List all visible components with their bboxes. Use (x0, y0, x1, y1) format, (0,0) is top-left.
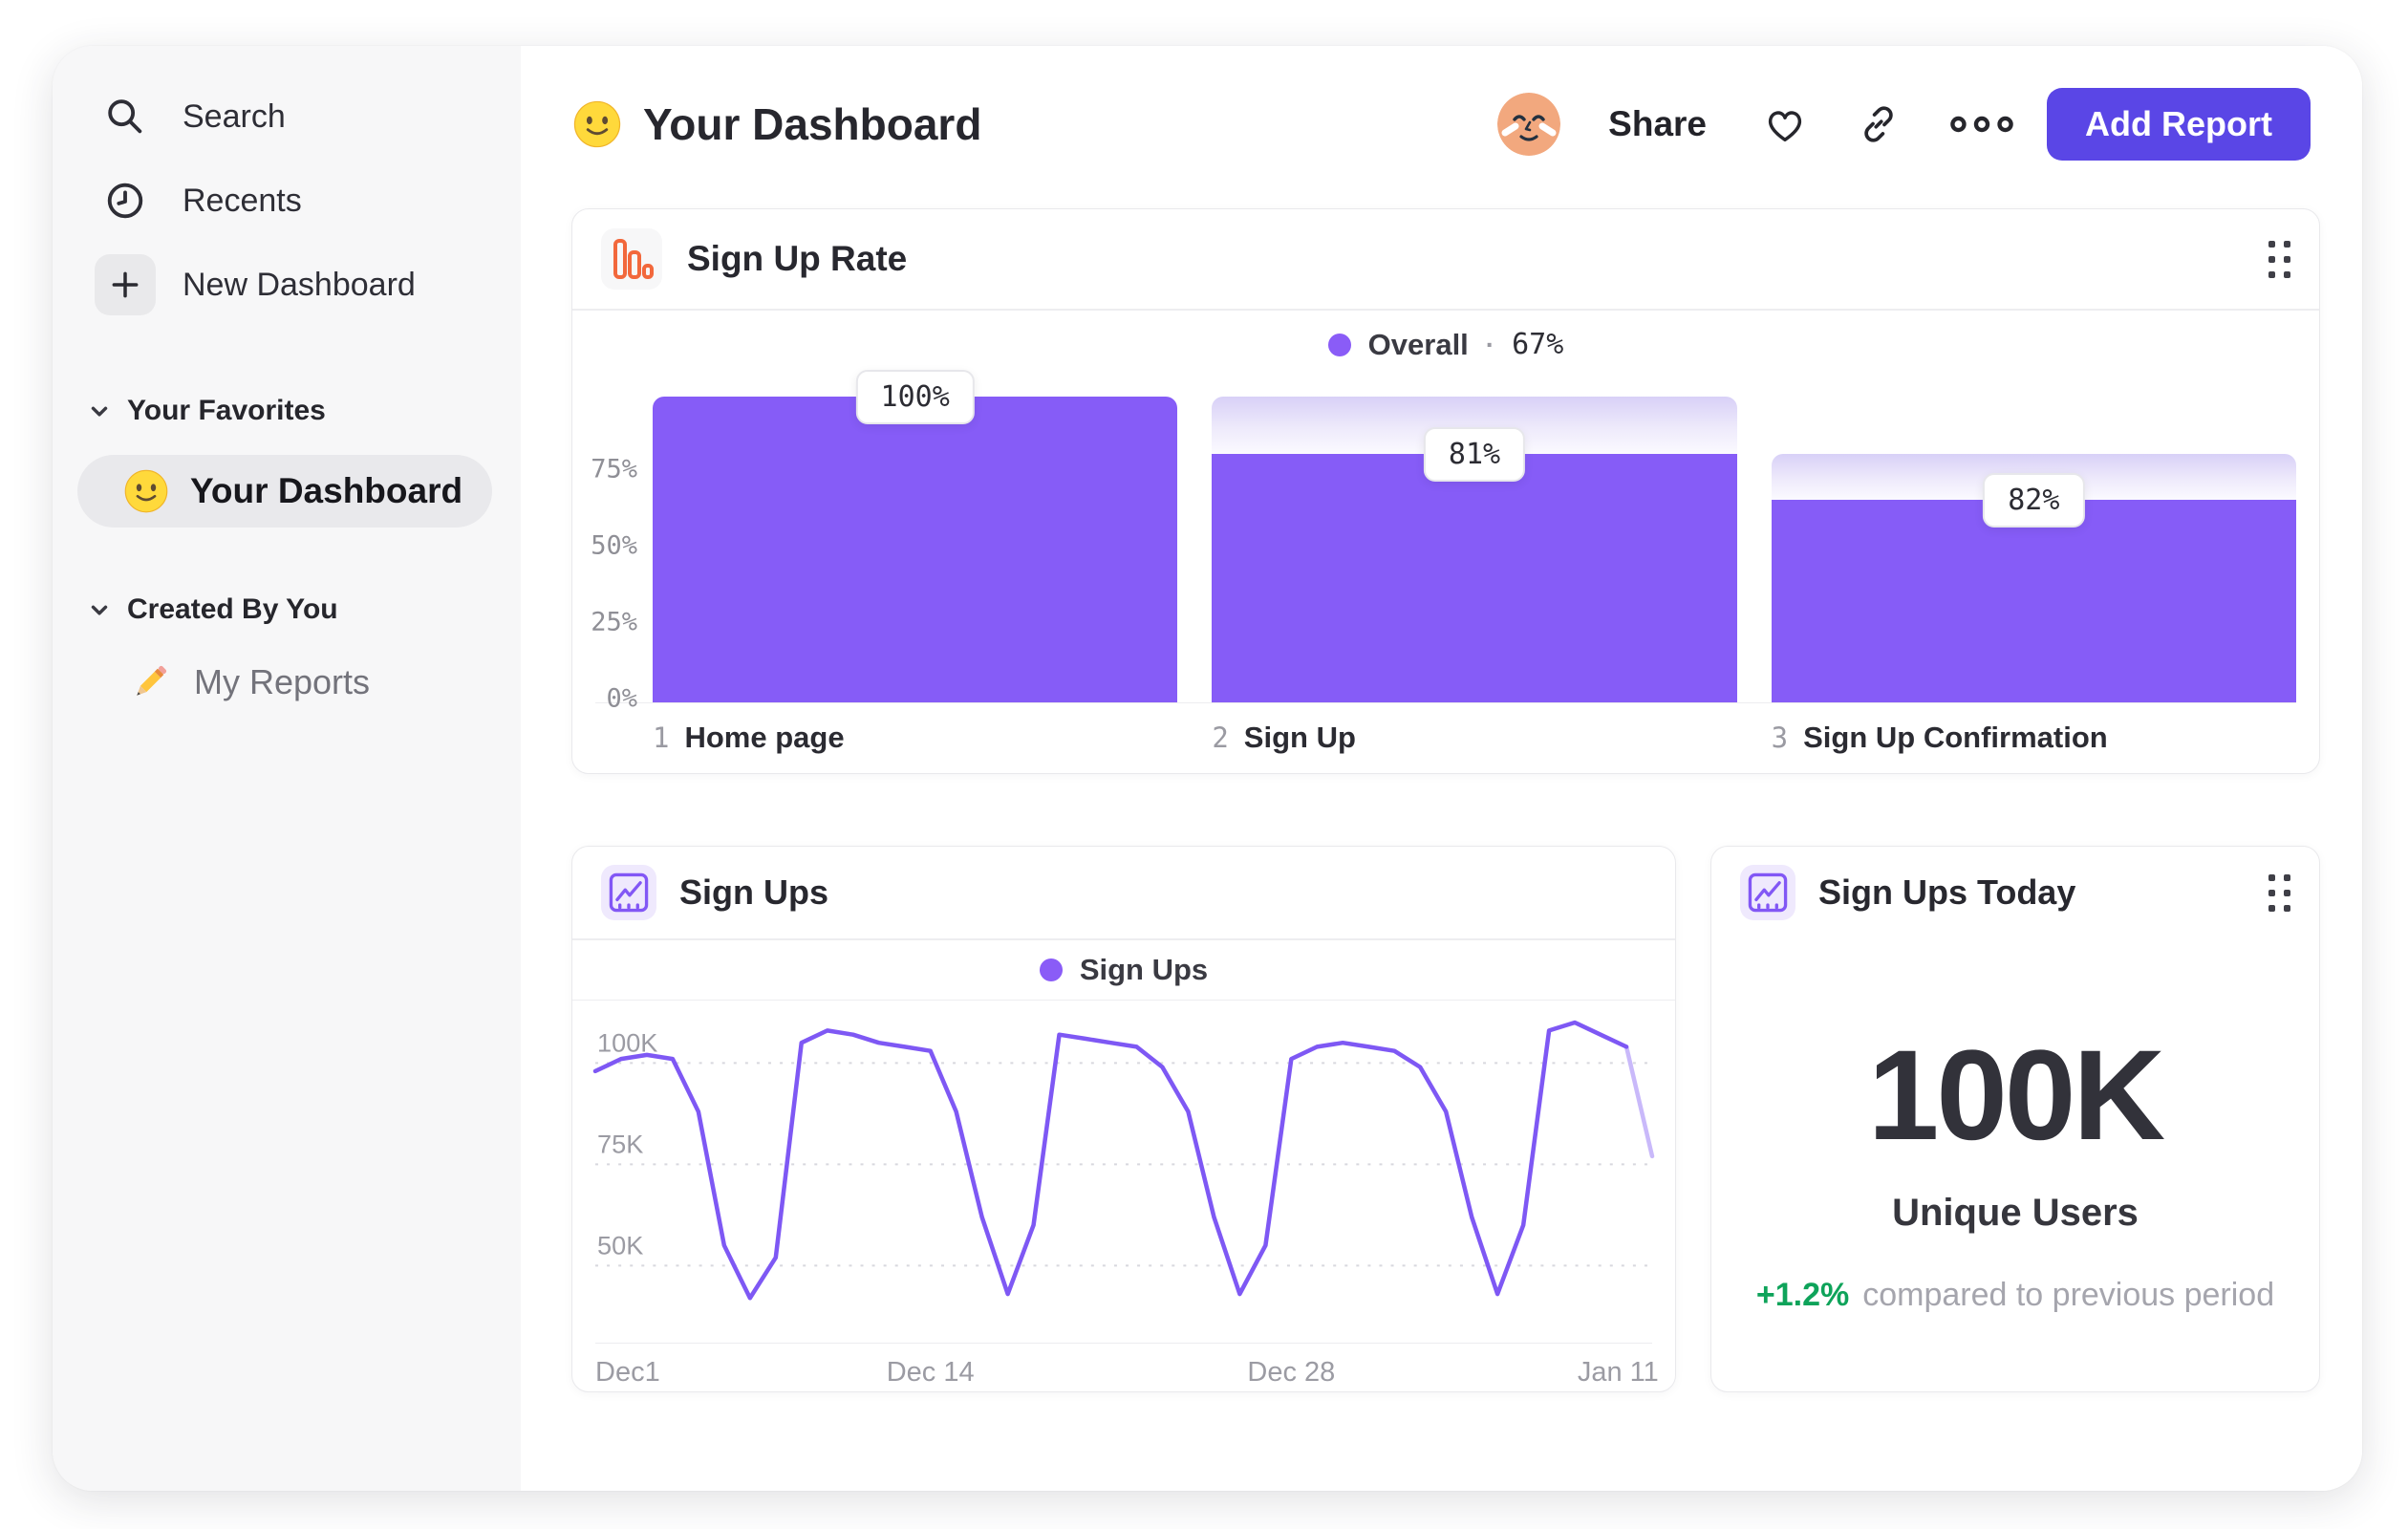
dashboard-header: Your Dashboard Share Add Report (572, 88, 2311, 161)
sign-ups-header: Sign Ups (572, 847, 1675, 938)
sidebar-item-label: Your Dashboard (190, 471, 463, 510)
app-window: Search Recents New Dashboard Your Favorite… (53, 46, 2362, 1491)
sidebar-item-my-reports[interactable]: My Reports (77, 646, 492, 719)
funnel-bar-sign-up[interactable]: 81% (1212, 396, 1737, 702)
legend-dot (1327, 333, 1351, 356)
svg-text:75K: 75K (597, 1129, 643, 1158)
section-title: Created By You (127, 593, 338, 625)
x-tick-label: Dec1 (595, 1357, 660, 1388)
conversion-badge: 82% (1983, 473, 2085, 528)
sidebar-item-search[interactable]: Search (53, 75, 521, 159)
sign-up-rate-header: Sign Up Rate (572, 209, 2319, 309)
x-tick-label: Jan 11 (1577, 1357, 1659, 1388)
y-tick-label: 75% (591, 454, 637, 484)
line-chart-icon (601, 865, 656, 920)
funnel-bars: 100% 81% 82% (653, 369, 2296, 702)
y-tick-label: 0% (606, 683, 637, 713)
ellipsis-icon[interactable] (1949, 101, 2013, 147)
step-name: Home page (684, 720, 845, 754)
sign-ups-card: Sign Ups Sign Ups 100K 75K 50K Dec1 Dec 14 D… (571, 846, 1676, 1392)
funnel-step-label: 3 Sign Up Confirmation (1772, 721, 2296, 755)
conversion-badge: 100% (855, 369, 975, 424)
smiley-emoji (123, 468, 169, 514)
sidebar-item-label: Search (183, 97, 286, 135)
line-x-axis: Dec1 Dec 14 Dec 28 Jan 11 (595, 1343, 1659, 1394)
step-name: Sign Up (1243, 720, 1356, 754)
section-header-your-favorites[interactable]: Your Favorites (53, 390, 521, 432)
step-name: Sign Up Confirmation (1803, 720, 2108, 754)
link-icon[interactable] (1856, 101, 1902, 147)
pencil-emoji (127, 659, 173, 705)
chevron-down-icon (87, 597, 112, 622)
sign-ups-today-card: Sign Ups Today 100K Unique Users +1.2% c… (1710, 846, 2320, 1392)
legend-separator: · (1485, 329, 1495, 359)
funnel-step-label: 1 Home page (653, 721, 1177, 755)
funnel-step-label: 2 Sign Up (1212, 721, 1736, 755)
metric-delta: +1.2% (1755, 1277, 1850, 1313)
svg-text:50K: 50K (597, 1230, 643, 1260)
metric-body: 100K Unique Users +1.2% compared to prev… (1711, 938, 2319, 1314)
metric-delta-row: +1.2% compared to previous period (1756, 1277, 2274, 1314)
step-index: 3 (1771, 721, 1789, 754)
funnel-bar-home-page[interactable]: 100% (653, 369, 1178, 702)
funnel-y-axis: 75% 50% 25% 0% (591, 397, 653, 713)
page-title: Your Dashboard (643, 99, 982, 149)
clock-icon (95, 170, 156, 231)
card-title: Sign Ups Today (1818, 872, 2076, 912)
main-content: Your Dashboard Share Add Report Sign Up … (521, 46, 2362, 1491)
metric-label: Unique Users (1892, 1192, 2139, 1234)
sidebar-item-label: Recents (183, 182, 302, 219)
metric-delta-note: compared to previous period (1862, 1277, 2275, 1313)
x-tick-label: Dec 28 (1247, 1357, 1336, 1388)
drag-handle-icon[interactable] (2268, 240, 2290, 278)
sidebar-item-label: My Reports (194, 662, 371, 701)
y-tick-label: 50% (591, 530, 637, 560)
heart-icon[interactable] (1762, 101, 1808, 147)
share-button[interactable]: Share (1608, 104, 1707, 144)
funnel-chart-icon (601, 228, 662, 290)
sidebar-nav: Search Recents New Dashboard (53, 75, 521, 327)
svg-text:100K: 100K (597, 1027, 657, 1057)
card-title: Sign Ups (679, 872, 829, 912)
step-index: 1 (653, 721, 670, 754)
card-title: Sign Up Rate (687, 239, 908, 278)
user-avatar[interactable] (1497, 93, 1561, 156)
legend-series: Sign Ups (1079, 952, 1209, 986)
funnel-bar-sign-up-confirmation[interactable]: 82% (1771, 397, 2296, 702)
section-title: Your Favorites (127, 395, 326, 426)
conversion-badge: 81% (1423, 427, 1526, 483)
legend-dot (1039, 958, 1063, 981)
sidebar-item-recents[interactable]: Recents (53, 159, 521, 243)
sidebar-item-label: New Dashboard (183, 266, 416, 303)
smiley-emoji (572, 99, 622, 149)
sidebar-sections: Your Favorites Your Dashboard Created By Y… (53, 390, 521, 719)
line-chart-icon (1740, 865, 1795, 920)
sidebar: Search Recents New Dashboard Your Favorite… (53, 46, 521, 1491)
add-report-button[interactable]: Add Report (2047, 88, 2311, 161)
sign-up-rate-card: Sign Up Rate Overall · 67% 75% 50% 25% 0% 1… (571, 208, 2320, 774)
legend-series: Overall (1367, 327, 1469, 361)
funnel-chart: 75% 50% 25% 0% 100% 81% 82% (591, 369, 2296, 713)
x-tick-label: Dec 14 (886, 1357, 975, 1388)
sidebar-item-new-dashboard[interactable]: New Dashboard (53, 243, 521, 327)
drag-handle-icon[interactable] (2268, 873, 2290, 912)
funnel-step-labels: 1 Home page 2 Sign Up 3 Sign Up Confirmation (595, 701, 2296, 755)
funnel-legend: Overall · 67% (572, 311, 2319, 379)
header-actions: Share Add Report (1497, 88, 2311, 161)
y-tick-label: 25% (591, 607, 637, 636)
line-plot: 100K 75K 50K (592, 1006, 1655, 1343)
step-index: 2 (1212, 721, 1229, 754)
chevron-down-icon (87, 398, 112, 423)
section-header-created-by-you[interactable]: Created By You (53, 589, 521, 631)
plus-icon (95, 254, 156, 315)
legend-value: 67% (1512, 328, 1564, 361)
search-icon (95, 86, 156, 147)
line-chart-svg: 100K 75K 50K (592, 1020, 1655, 1301)
line-legend: Sign Ups (572, 940, 1675, 1000)
sidebar-item-your-dashboard[interactable]: Your Dashboard (77, 455, 492, 528)
divider (572, 999, 1675, 1001)
sign-ups-today-header: Sign Ups Today (1711, 847, 2319, 938)
metric-value: 100K (1867, 1024, 2165, 1167)
